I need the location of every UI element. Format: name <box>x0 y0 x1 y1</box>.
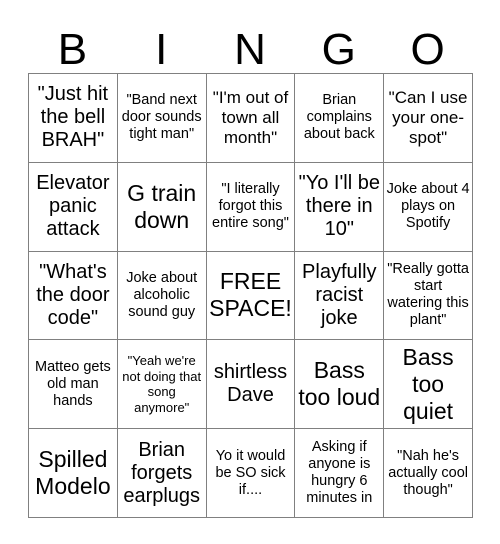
bingo-cell[interactable]: Joke about 4 plays on Spotify <box>383 161 473 252</box>
bingo-cell[interactable]: "Just hit the bell BRAH" <box>28 73 118 163</box>
bingo-header-letter-i: I <box>155 25 168 74</box>
bingo-cell[interactable]: "Nah he's actually cool though" <box>383 428 473 518</box>
bingo-cell[interactable]: Joke about alcoholic sound guy <box>116 250 207 341</box>
bingo-cell[interactable]: "Band next door sounds tight man" <box>116 73 207 163</box>
bingo-cell[interactable]: Bass too loud <box>294 339 385 430</box>
bingo-row: "What's the door code" Joke about alcoho… <box>28 250 473 341</box>
bingo-cell[interactable]: Matteo gets old man hands <box>28 339 118 430</box>
bingo-cell[interactable]: shirtless Dave <box>205 339 296 430</box>
bingo-cell[interactable]: Bass too quiet <box>383 339 473 430</box>
bingo-row: Elevator panic attack G train down "I li… <box>28 161 473 252</box>
bingo-cell[interactable]: Yo it would be SO sick if.... <box>205 428 296 518</box>
bingo-row: "Just hit the bell BRAH" "Band next door… <box>28 73 473 163</box>
bingo-cell[interactable]: "Yo I'll be there in 10" <box>294 161 385 252</box>
bingo-cell[interactable]: "I literally forgot this entire song" <box>205 161 296 252</box>
bingo-grid: "Just hit the bell BRAH" "Band next door… <box>28 73 473 518</box>
bingo-cell[interactable]: "Yeah we're not doing that song anymore" <box>116 339 207 430</box>
bingo-cell[interactable]: Brian forgets earplugs <box>116 428 207 518</box>
bingo-card: B I N G O "Just hit the bell BRAH" "Band… <box>0 0 500 544</box>
bingo-header-letter-o: O <box>410 25 445 74</box>
bingo-cell[interactable]: Asking if anyone is hungry 6 minutes in <box>294 428 385 518</box>
bingo-cell[interactable]: "What's the door code" <box>28 250 118 341</box>
bingo-header-letter-g: G <box>321 25 356 74</box>
bingo-cell[interactable]: Elevator panic attack <box>28 161 118 252</box>
bingo-cell[interactable]: G train down <box>116 161 207 252</box>
bingo-cell[interactable]: Spilled Modelo <box>28 428 118 518</box>
bingo-header: B I N G O <box>28 18 472 73</box>
bingo-header-letter-n: N <box>234 25 266 74</box>
bingo-cell[interactable]: "I'm out of town all month" <box>205 73 296 163</box>
bingo-row: Matteo gets old man hands "Yeah we're no… <box>28 339 473 430</box>
bingo-cell-free-space[interactable]: FREE SPACE! <box>205 250 296 341</box>
bingo-row: Spilled Modelo Brian forgets earplugs Yo… <box>28 428 473 518</box>
bingo-cell[interactable]: Playfully racist joke <box>294 250 385 341</box>
bingo-cell[interactable]: "Can I use your one-spot" <box>383 73 473 163</box>
bingo-cell[interactable]: "Really gotta start watering this plant" <box>383 250 473 341</box>
bingo-cell[interactable]: Brian complains about back <box>294 73 385 163</box>
bingo-header-letter-b: B <box>57 25 88 74</box>
